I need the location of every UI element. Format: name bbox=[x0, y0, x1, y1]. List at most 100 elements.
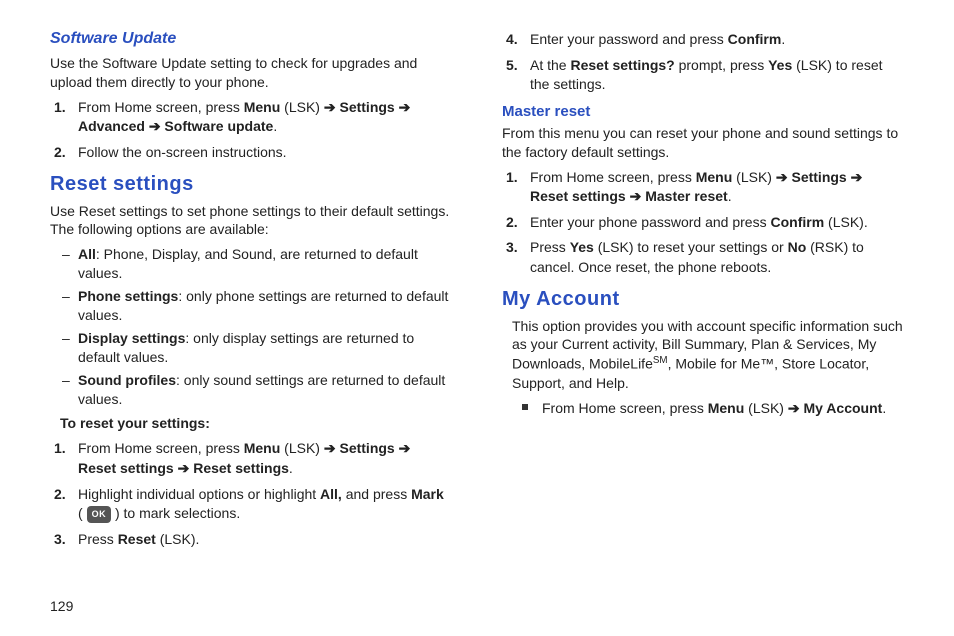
text: ( bbox=[78, 505, 87, 521]
text: Enter your phone password and press bbox=[530, 214, 770, 230]
heading-reset-settings: Reset settings bbox=[50, 173, 452, 196]
arrow-icon: ➔ bbox=[324, 99, 336, 115]
text: Highlight individual options or highligh… bbox=[78, 486, 320, 502]
my-account-step: From Home screen, press Menu (LSK) ➔ My … bbox=[502, 399, 904, 419]
text-bold: Confirm bbox=[728, 31, 782, 47]
list-item: 5. At the Reset settings? prompt, press … bbox=[530, 56, 904, 95]
arrow-icon: ➔ bbox=[788, 400, 800, 416]
text-bold: Menu bbox=[696, 169, 733, 185]
text: From Home screen, press bbox=[530, 169, 696, 185]
text: Follow the on-screen instructions. bbox=[78, 144, 287, 160]
text: From Home screen, press bbox=[542, 400, 708, 416]
text: (LSK) bbox=[280, 440, 324, 456]
text-bold: My Account bbox=[800, 400, 883, 416]
list-item: 1. From Home screen, press Menu (LSK) ➔ … bbox=[530, 168, 904, 207]
list-item: 2. Highlight individual options or highl… bbox=[78, 485, 452, 524]
list-item: 4. Enter your password and press Confirm… bbox=[530, 30, 904, 50]
text-bold: Yes bbox=[570, 239, 594, 255]
list-item: 1. From Home screen, press Menu (LSK) ➔ … bbox=[78, 439, 452, 478]
arrow-icon: ➔ bbox=[324, 440, 336, 456]
list-item: 1. From Home screen, press Menu (LSK) ➔ … bbox=[78, 98, 452, 137]
text: . bbox=[273, 118, 277, 134]
arrow-icon: ➔ bbox=[851, 169, 863, 185]
text: From Home screen, press bbox=[78, 440, 244, 456]
text-bold: Yes bbox=[768, 57, 792, 73]
reset-settings-intro: Use Reset settings to set phone settings… bbox=[50, 202, 452, 240]
list-item: From Home screen, press Menu (LSK) ➔ My … bbox=[542, 399, 904, 419]
text: Press bbox=[78, 531, 118, 547]
right-column: 4. Enter your password and press Confirm… bbox=[502, 30, 904, 555]
text-bold: Master reset bbox=[641, 188, 727, 204]
text-bold: Reset settings bbox=[189, 460, 289, 476]
text: (LSK) bbox=[732, 169, 776, 185]
text-bold: Settings bbox=[336, 440, 399, 456]
text: (LSK) bbox=[280, 99, 324, 115]
text-bold: Settings bbox=[336, 99, 399, 115]
text: Enter your password and press bbox=[530, 31, 728, 47]
text-bold: Menu bbox=[708, 400, 745, 416]
text: . bbox=[728, 188, 732, 204]
text-bold: Phone settings bbox=[78, 288, 178, 304]
text: . bbox=[781, 31, 785, 47]
master-reset-intro: From this menu you can reset your phone … bbox=[502, 124, 904, 162]
text-bold: Menu bbox=[244, 99, 281, 115]
arrow-icon: ➔ bbox=[630, 188, 642, 204]
list-item: All: Phone, Display, and Sound, are retu… bbox=[78, 245, 452, 283]
text-bold: Reset settings? bbox=[570, 57, 674, 73]
heading-my-account: My Account bbox=[502, 288, 904, 311]
text-bold: Reset settings bbox=[530, 188, 630, 204]
arrow-icon: ➔ bbox=[149, 118, 161, 134]
reset-steps: 1. From Home screen, press Menu (LSK) ➔ … bbox=[50, 439, 452, 549]
text: Press bbox=[530, 239, 570, 255]
ok-key-icon: OK bbox=[87, 506, 112, 523]
text-bold: Display settings bbox=[78, 330, 185, 346]
text-bold: Sound profiles bbox=[78, 372, 176, 388]
arrow-icon: ➔ bbox=[178, 460, 190, 476]
page-columns: Software Update Use the Software Update … bbox=[50, 30, 904, 555]
text: (LSK). bbox=[156, 531, 200, 547]
text: At the bbox=[530, 57, 570, 73]
list-item: 2. Enter your phone password and press C… bbox=[530, 213, 904, 233]
text-bold: Software update bbox=[161, 118, 274, 134]
text: prompt, press bbox=[675, 57, 768, 73]
text: and press bbox=[342, 486, 411, 502]
text-bold: Settings bbox=[788, 169, 851, 185]
software-update-steps: 1. From Home screen, press Menu (LSK) ➔ … bbox=[50, 98, 452, 163]
text-bold: No bbox=[788, 239, 807, 255]
page-number: 129 bbox=[50, 598, 73, 614]
text-bold: Reset bbox=[118, 531, 156, 547]
text-bold: Mark bbox=[411, 486, 444, 502]
list-item: Display settings: only display settings … bbox=[78, 329, 452, 367]
list-item: 3. Press Reset (LSK). bbox=[78, 530, 452, 550]
text: ) to mark selections. bbox=[111, 505, 240, 521]
text: (LSK) bbox=[744, 400, 788, 416]
text-bold: All, bbox=[320, 486, 342, 502]
heading-master-reset: Master reset bbox=[502, 103, 904, 120]
text-bold: All bbox=[78, 246, 96, 262]
text: . bbox=[882, 400, 886, 416]
list-item: 2. Follow the on-screen instructions. bbox=[78, 143, 452, 163]
reset-options-list: All: Phone, Display, and Sound, are retu… bbox=[50, 245, 452, 408]
left-column: Software Update Use the Software Update … bbox=[50, 30, 452, 555]
heading-software-update: Software Update bbox=[50, 30, 452, 48]
text: From Home screen, press bbox=[78, 99, 244, 115]
master-reset-steps: 1. From Home screen, press Menu (LSK) ➔ … bbox=[502, 168, 904, 278]
my-account-intro: This option provides you with account sp… bbox=[502, 317, 904, 393]
text-bold: Menu bbox=[244, 440, 281, 456]
arrow-icon: ➔ bbox=[399, 99, 411, 115]
software-update-intro: Use the Software Update setting to check… bbox=[50, 54, 452, 92]
text-bold: Reset settings bbox=[78, 460, 178, 476]
text: (LSK). bbox=[824, 214, 868, 230]
arrow-icon: ➔ bbox=[399, 440, 411, 456]
superscript-sm: SM bbox=[653, 355, 668, 366]
text: . bbox=[289, 460, 293, 476]
reset-subhead: To reset your settings: bbox=[60, 414, 452, 433]
text: (LSK) to reset your settings or bbox=[594, 239, 788, 255]
list-item: Phone settings: only phone settings are … bbox=[78, 287, 452, 325]
arrow-icon: ➔ bbox=[776, 169, 788, 185]
text: : Phone, Display, and Sound, are returne… bbox=[78, 246, 418, 281]
list-item: Sound profiles: only sound settings are … bbox=[78, 371, 452, 409]
list-item: 3. Press Yes (LSK) to reset your setting… bbox=[530, 238, 904, 277]
text-bold: Advanced bbox=[78, 118, 149, 134]
reset-steps-continued: 4. Enter your password and press Confirm… bbox=[502, 30, 904, 95]
